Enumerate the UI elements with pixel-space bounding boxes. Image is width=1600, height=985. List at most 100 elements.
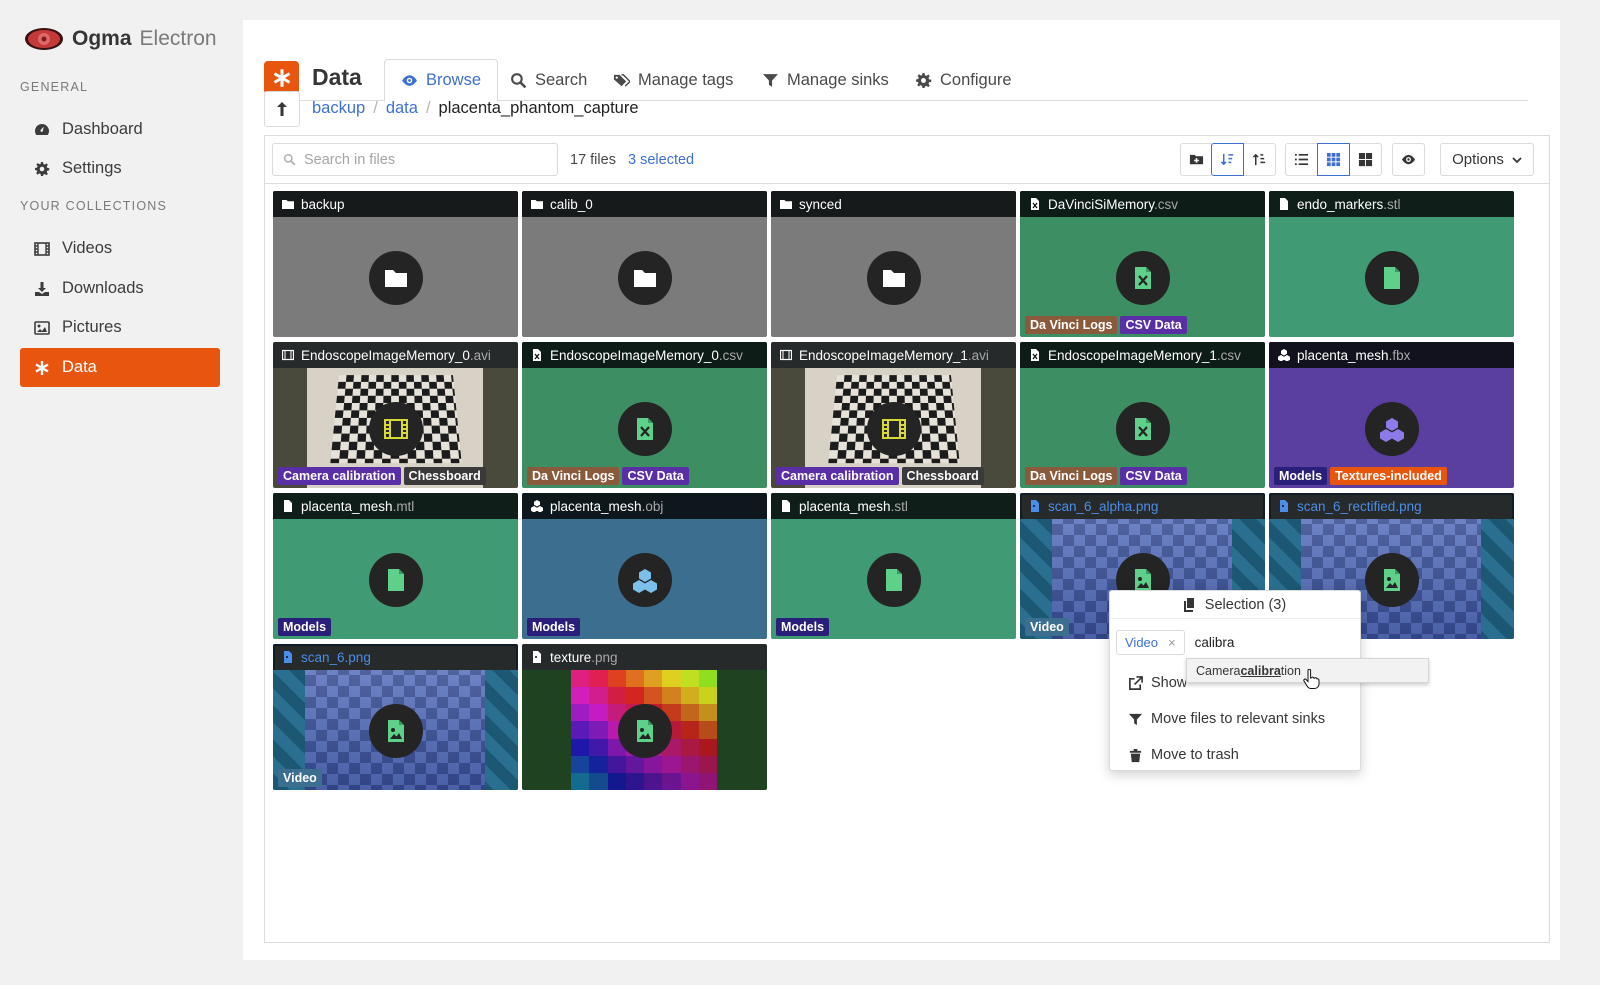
image-icon [34,320,50,336]
sidebar-item-label: Pictures [62,318,122,337]
view-large-grid-button[interactable] [1349,143,1382,176]
suggestion-prefix: Camera [1196,664,1240,678]
search-icon [283,153,296,166]
file-tile[interactable]: placenta_mesh.obj Models [522,493,767,639]
tag-badge[interactable]: Camera calibration [278,467,401,485]
gauge-icon [34,122,50,138]
file-name: DaVinciSiMemory [1048,197,1154,212]
sidebar-item-settings[interactable]: Settings [20,149,220,188]
file-tile[interactable]: endo_markers.stl [1269,191,1514,337]
tag-list: Camera calibration Chessboard [776,467,984,485]
tag-badge[interactable]: CSV Data [1120,316,1186,334]
tab-manage-tags[interactable]: Manage tags [597,59,749,102]
tag-badge[interactable]: CSV Data [1120,467,1186,485]
folder-plus-icon [1189,152,1204,167]
file-name: scan_6_rectified [1297,499,1395,514]
sort-descending-button[interactable] [1243,143,1276,176]
tag-list: Video [1025,618,1069,636]
file-tile[interactable]: texture.png [522,644,767,790]
selected-count-link[interactable]: 3 selected [628,152,694,168]
remove-tag-icon[interactable]: × [1168,635,1176,650]
file-type-icon [282,500,294,512]
file-extension: .png [591,650,617,665]
file-tile[interactable]: EndoscopeImageMemory_1.csv Da Vinci Logs C… [1020,342,1265,488]
sidebar-item-dashboard[interactable]: Dashboard [20,110,220,149]
file-name: scan_6 [301,650,345,665]
tag-badge[interactable]: Models [1274,467,1327,485]
move-to-trash-action[interactable]: Move to trash [1128,747,1239,763]
tag-chip-video[interactable]: Video × [1116,630,1185,655]
move-to-sinks-action[interactable]: Move files to relevant sinks [1128,711,1325,727]
tag-badge[interactable]: Chessboard [404,467,486,485]
file-tile[interactable]: synced [771,191,1016,337]
sidebar-item-data[interactable]: Data [20,348,220,387]
sidebar-item-downloads[interactable]: Downloads [20,269,220,308]
tag-badge[interactable]: Video [278,769,322,787]
tag-badge[interactable]: Video [1025,618,1069,636]
file-tile[interactable]: scan_6.png Video [273,644,518,790]
show-action[interactable]: Show [1128,675,1187,691]
tag-input-text[interactable]: calibra [1195,635,1235,650]
tab-manage-sinks[interactable]: Manage sinks [746,59,905,102]
file-count: 17 files [570,152,616,168]
file-tile[interactable]: DaVinciSiMemory.csv Da Vinci Logs CSV Data [1020,191,1265,337]
tag-badge[interactable]: Models [527,618,580,636]
file-extension: .csv [1154,197,1178,212]
file-extension: .png [345,650,371,665]
file-tile[interactable]: EndoscopeImageMemory_0.avi Camera calibra… [273,342,518,488]
app-name-light: Electron [140,27,217,51]
tab-configure[interactable]: Configure [899,59,1028,102]
file-browser-panel: 17 files 3 selected [264,135,1550,943]
tag-badge[interactable]: Da Vinci Logs [527,467,619,485]
new-folder-button[interactable] [1180,143,1213,176]
search-icon [510,72,527,89]
file-type-icon [1029,198,1041,210]
tag-badge[interactable]: Textures-included [1330,467,1447,485]
tag-badge[interactable]: Chessboard [902,467,984,485]
breadcrumb-link-backup[interactable]: backup [312,99,365,118]
file-extension: .obj [642,499,664,514]
file-tile[interactable]: EndoscopeImageMemory_0.csv Da Vinci Logs C… [522,342,767,488]
file-icon [369,553,423,607]
file-tile[interactable]: placenta_mesh.mtl Models [273,493,518,639]
file-search-input[interactable] [304,152,544,168]
tag-badge[interactable]: Models [278,618,331,636]
breadcrumb-link-data[interactable]: data [386,99,418,118]
filter-icon [762,72,779,89]
file-type-icon [282,651,294,663]
tag-badge[interactable]: Da Vinci Logs [1025,316,1117,334]
tab-browse[interactable]: Browse [384,59,498,102]
tab-search[interactable]: Search [494,59,603,102]
file-extension: .avi [968,348,989,363]
file-tile[interactable]: EndoscopeImageMemory_1.avi Camera calibra… [771,342,1016,488]
sort-ascending-button[interactable] [1211,143,1244,176]
view-list-button[interactable] [1285,143,1318,176]
tag-badge[interactable]: CSV Data [622,467,688,485]
tag-input[interactable]: Video × calibra [1116,627,1356,657]
folder-icon [282,198,294,210]
file-tile-header: placenta_mesh.stl [771,493,1016,519]
file-extension: .stl [891,499,908,514]
breadcrumb-separator: / [426,99,431,118]
selection-popup-title: Selection (3) [1205,597,1286,613]
sidebar-item-pictures[interactable]: Pictures [20,308,220,347]
tag-badge[interactable]: Models [776,618,829,636]
file-search-box[interactable] [272,143,558,176]
view-grid-button[interactable] [1317,143,1350,176]
gear-icon [34,161,50,177]
parent-folder-button[interactable] [264,91,300,127]
file-tile-header: EndoscopeImageMemory_0.csv [522,342,767,368]
tag-badge[interactable]: Camera calibration [776,467,899,485]
file-tile[interactable]: placenta_mesh.stl Models [771,493,1016,639]
browser-toolbar: 17 files 3 selected [265,136,1549,184]
options-dropdown[interactable]: Options [1440,143,1534,176]
sidebar-item-videos[interactable]: Videos [20,229,220,268]
tab-label: Manage sinks [787,71,889,90]
tag-badge[interactable]: Da Vinci Logs [1025,467,1117,485]
file-name: EndoscopeImageMemory_0 [550,348,719,363]
preview-toggle-button[interactable] [1392,143,1425,176]
file-tile[interactable]: calib_0 [522,191,767,337]
file-name: backup [301,197,345,212]
file-tile[interactable]: placenta_mesh.fbx Models Textures-included [1269,342,1514,488]
file-tile[interactable]: backup [273,191,518,337]
